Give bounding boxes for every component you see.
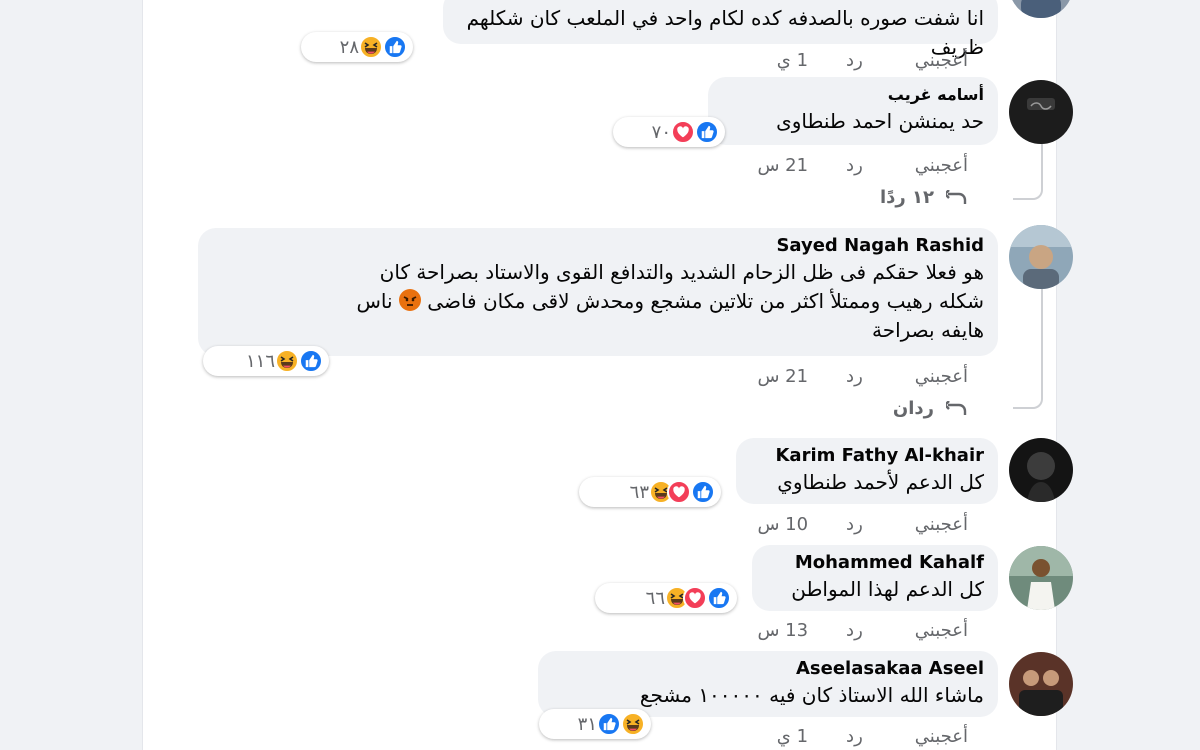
avatar[interactable] bbox=[1009, 80, 1073, 144]
reactions-count: ٢٨ bbox=[339, 36, 359, 58]
like-button[interactable]: أعجبني bbox=[915, 50, 968, 71]
comment-author[interactable]: Karim Fathy Al-khair bbox=[750, 444, 984, 468]
like-button[interactable]: أعجبني bbox=[915, 620, 968, 641]
avatar[interactable] bbox=[1009, 0, 1073, 18]
like-button[interactable]: أعجبني bbox=[915, 155, 968, 176]
comment-actions: أعجبني رد 21 س bbox=[757, 155, 968, 176]
reactions-summary[interactable]: ٦٣ bbox=[579, 477, 721, 507]
reply-button[interactable]: رد bbox=[846, 50, 863, 71]
reply-button[interactable]: رد bbox=[846, 366, 863, 387]
comment-text: ماشاء الله الاستاذ كان فيه ١٠٠٠٠٠ مشجع bbox=[639, 683, 984, 707]
comment-text: هايفه بصراحة bbox=[872, 318, 984, 342]
thumbs-up-icon bbox=[691, 480, 715, 504]
reactions-summary[interactable]: ١١٦ bbox=[203, 346, 329, 376]
avatar[interactable] bbox=[1009, 438, 1073, 502]
replies-count: ١٢ ردًا bbox=[879, 187, 934, 208]
reactions-count: ١١٦ bbox=[245, 350, 275, 372]
like-button[interactable]: أعجبني bbox=[915, 366, 968, 387]
comment-timestamp[interactable]: 21 س bbox=[757, 366, 808, 387]
comment-bubble: Aseelasakaa Aseel ماشاء الله الاستاذ كان… bbox=[538, 651, 998, 717]
reactions-summary[interactable]: ٧٠ bbox=[613, 117, 725, 147]
comment-author[interactable]: Aseelasakaa Aseel bbox=[552, 657, 984, 681]
heart-icon bbox=[671, 120, 695, 144]
comment-actions: أعجبني رد 10 س bbox=[757, 514, 968, 535]
comment-author[interactable]: أسامه غريب bbox=[722, 83, 984, 107]
reactions-count: ٣١ bbox=[577, 713, 597, 735]
comment-actions: أعجبني رد 1 ي bbox=[777, 50, 968, 71]
replies-count: ردان bbox=[892, 398, 934, 419]
comment-timestamp[interactable]: 1 ي bbox=[777, 50, 808, 71]
thumbs-up-icon bbox=[299, 349, 323, 373]
comment-author[interactable]: Sayed Nagah Rashid bbox=[212, 234, 984, 258]
comment-actions: أعجبني رد 1 ي bbox=[777, 726, 968, 747]
comment-bubble: Mohammed Kahalf كل الدعم لهذا المواطن bbox=[752, 545, 998, 611]
thumbs-up-icon bbox=[383, 35, 407, 59]
reply-arrow-icon bbox=[946, 189, 968, 206]
comment-text: حد يمنشن احمد طنطاوى bbox=[776, 109, 984, 133]
reply-arrow-icon bbox=[946, 400, 968, 417]
avatar-image bbox=[1009, 225, 1073, 289]
comment-timestamp[interactable]: 21 س bbox=[757, 155, 808, 176]
comment-bubble: أسامه غريب حد يمنشن احمد طنطاوى bbox=[708, 77, 998, 145]
angry-face-icon bbox=[398, 289, 421, 311]
avatar-image bbox=[1009, 652, 1073, 716]
comment-text: شكله رهيب وممتلأ اكثر من تلاتين مشجع ومح… bbox=[212, 287, 984, 316]
like-button[interactable]: أعجبني bbox=[915, 514, 968, 535]
comment-actions: أعجبني رد 13 س bbox=[757, 620, 968, 641]
reactions-summary[interactable]: ٢٨ bbox=[301, 32, 413, 62]
reactions-summary[interactable]: ٣١ bbox=[539, 709, 651, 739]
avatar-image bbox=[1009, 0, 1073, 18]
reply-button[interactable]: رد bbox=[846, 514, 863, 535]
reply-button[interactable]: رد bbox=[846, 620, 863, 641]
comment-author[interactable]: Mohammed Kahalf bbox=[766, 551, 984, 575]
heart-icon bbox=[667, 480, 691, 504]
comment-bubble: Sayed Nagah Rashid هو فعلا حقكم فى ظل ال… bbox=[198, 228, 998, 356]
thumbs-up-icon bbox=[597, 712, 621, 736]
thread-connector bbox=[1013, 285, 1043, 409]
laughing-face-icon bbox=[275, 349, 299, 373]
comment-bubble: Karim Fathy Al-khair كل الدعم لأحمد طنطا… bbox=[736, 438, 998, 504]
avatar-image bbox=[1009, 438, 1073, 502]
comment-text-part: ناس bbox=[356, 289, 393, 313]
laughing-face-icon bbox=[621, 712, 645, 736]
thumbs-up-icon bbox=[707, 586, 731, 610]
comment-text-part: شكله رهيب وممتلأ اكثر من تلاتين مشجع ومح… bbox=[427, 289, 984, 313]
reply-button[interactable]: رد bbox=[846, 726, 863, 747]
avatar-image bbox=[1009, 546, 1073, 610]
reactions-count: ٦٦ bbox=[645, 587, 665, 609]
avatar[interactable] bbox=[1009, 546, 1073, 610]
comment-bubble: انا شفت صوره بالصدفه كده لكام واحد في ال… bbox=[443, 0, 998, 59]
comment-timestamp[interactable]: 1 ي bbox=[777, 726, 808, 747]
thumbs-up-icon bbox=[695, 120, 719, 144]
reactions-count: ٧٠ bbox=[651, 121, 671, 143]
avatar[interactable] bbox=[1009, 225, 1073, 289]
reply-button[interactable]: رد bbox=[846, 155, 863, 176]
comment-text: كل الدعم لهذا المواطن bbox=[791, 577, 984, 601]
comment-timestamp[interactable]: 13 س bbox=[757, 620, 808, 641]
comment-text: هو فعلا حقكم فى ظل الزحام الشديد والتداف… bbox=[379, 260, 984, 284]
reactions-count: ٦٣ bbox=[629, 481, 649, 503]
like-button[interactable]: أعجبني bbox=[915, 726, 968, 747]
view-replies-link[interactable]: ردان bbox=[893, 398, 968, 419]
avatar-image bbox=[1009, 80, 1073, 144]
comment-timestamp[interactable]: 10 س bbox=[757, 514, 808, 535]
reactions-summary[interactable]: ٦٦ bbox=[595, 583, 737, 613]
comments-panel: انا شفت صوره بالصدفه كده لكام واحد في ال… bbox=[142, 0, 1073, 750]
comment-text: كل الدعم لأحمد طنطاوي bbox=[777, 470, 984, 494]
avatar[interactable] bbox=[1009, 652, 1073, 716]
laughing-face-icon bbox=[359, 35, 383, 59]
heart-icon bbox=[683, 586, 707, 610]
comment-actions: أعجبني رد 21 س bbox=[757, 366, 968, 387]
view-replies-link[interactable]: ١٢ ردًا bbox=[880, 187, 968, 208]
